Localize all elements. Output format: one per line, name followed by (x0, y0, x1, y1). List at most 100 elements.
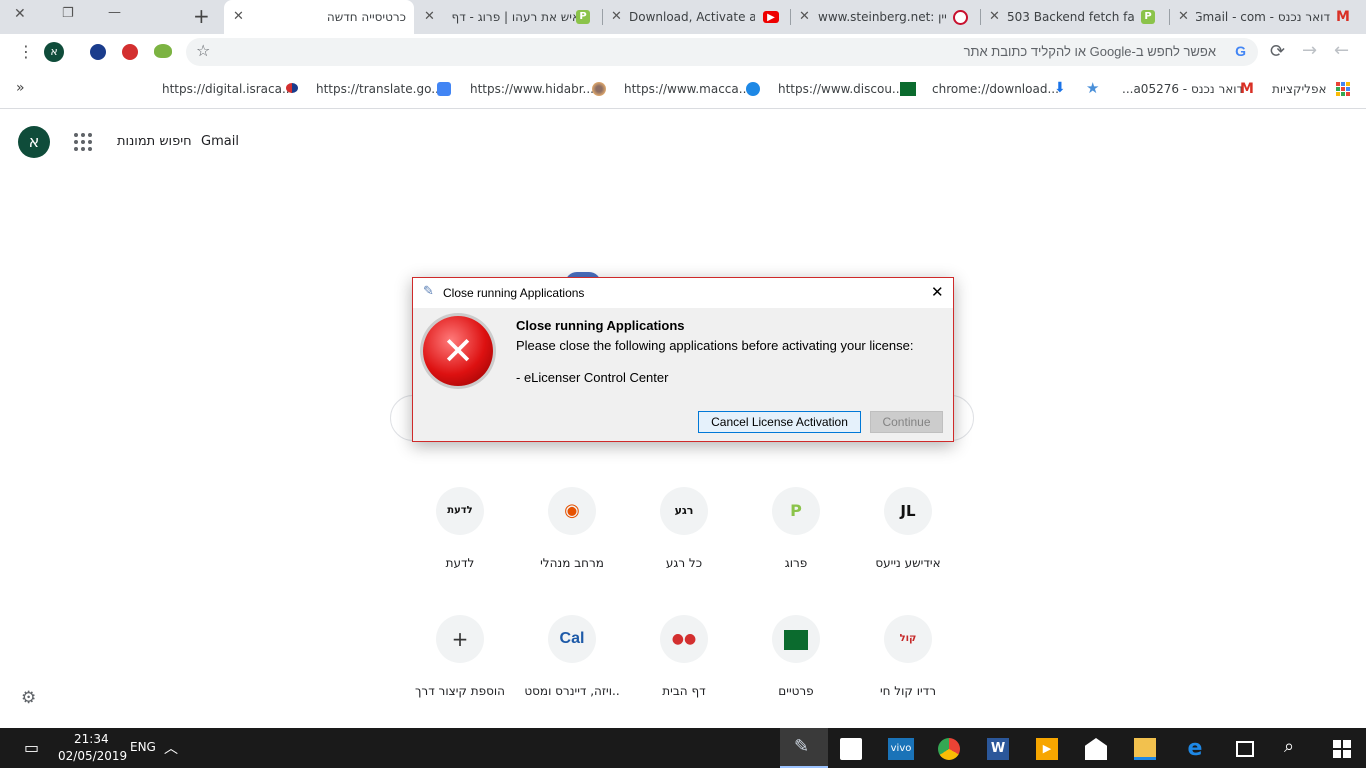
shortcut-label[interactable]: לדעת (400, 556, 520, 570)
shortcut-discount-icon[interactable] (772, 615, 820, 663)
shortcut-home-icon[interactable]: ●● (660, 615, 708, 663)
clapper-app-icon[interactable] (840, 738, 862, 760)
images-link[interactable]: חיפוש תמונות (117, 134, 192, 149)
extension-icon[interactable] (122, 44, 138, 60)
clock-time[interactable]: 21:34 (74, 732, 109, 746)
chrome-app-icon[interactable] (938, 738, 960, 760)
notifications-icon[interactable]: ▭ (24, 738, 39, 757)
search-icon[interactable]: ⌕ (1284, 736, 1294, 757)
bookmark-chrome-downloads[interactable]: chrome://download... (932, 82, 1059, 96)
chrome-menu-button[interactable]: ⋮ (18, 42, 34, 61)
vivo-app-icon[interactable]: vivo (888, 738, 914, 760)
extension-icon[interactable] (154, 44, 172, 58)
task-view-icon[interactable] (1236, 741, 1254, 757)
edge-browser-icon[interactable]: e (1184, 738, 1206, 760)
tray-chevron-icon[interactable]: ︿ (164, 738, 178, 758)
tab-prog-neighbor[interactable]: ✕ איש את רעהו | פרוג - דף P (414, 0, 602, 34)
window-restore-button[interactable]: ❐ (62, 6, 74, 21)
start-button-icon[interactable] (1333, 740, 1351, 758)
gmail-icon: M (1240, 81, 1254, 97)
reload-button[interactable]: ⟳ (1270, 41, 1285, 62)
bookmark-maccabi[interactable]: https://www.macca... (624, 82, 750, 96)
shortcut-label[interactable]: ויזה, דיינרס ומסט.. (512, 684, 632, 698)
bookmark-hidabroot[interactable]: https://www.hidabr... (470, 82, 594, 96)
shortcut-yiddish-news-icon[interactable]: JL (884, 487, 932, 535)
forward-button[interactable]: → (1302, 40, 1317, 61)
tab-close-icon[interactable]: ✕ (611, 9, 622, 24)
word-app-icon[interactable]: W (987, 738, 1009, 760)
shortcut-label[interactable]: כל רגע (624, 556, 744, 570)
running-app-item: - eLicenser Control Center (516, 370, 669, 385)
tab-close-icon[interactable]: ✕ (1178, 9, 1189, 24)
shortcut-label[interactable]: מרחב מנהלי (512, 556, 632, 570)
omnibox-placeholder: אפשר לחפש ב-Google או להקליד כתובת אתר (963, 44, 1216, 59)
dialog-close-button[interactable]: ✕ (931, 283, 944, 301)
shortcut-radio-icon[interactable]: קול (884, 615, 932, 663)
bookmarks-overflow-button[interactable]: » (16, 80, 25, 96)
hidabroot-icon (592, 82, 606, 96)
bookmark-gmail-inbox[interactable]: דואר נכנס - a05276... (1122, 82, 1243, 96)
tab-close-icon[interactable]: ✕ (233, 9, 244, 24)
shortcut-label[interactable]: פרטיים (736, 684, 856, 698)
add-shortcut-icon[interactable]: + (436, 615, 484, 663)
dialog-titlebar[interactable]: ✎ Close running Applications ✕ (413, 278, 953, 308)
shortcut-ladaat-icon[interactable]: לדעת (436, 487, 484, 535)
maccabi-icon (746, 82, 760, 96)
shortcut-merhav-icon[interactable]: ◉ (548, 487, 596, 535)
tab-close-icon[interactable]: ✕ (989, 9, 1000, 24)
tab-close-icon[interactable]: ✕ (424, 9, 435, 24)
shortcut-label[interactable]: דף הבית (624, 684, 744, 698)
gmail-link[interactable]: Gmail (201, 134, 239, 149)
google-apps-icon[interactable] (74, 133, 92, 151)
bookmark-star-icon[interactable]: ☆ (196, 41, 210, 60)
tab-title: Download, Activate and (629, 10, 755, 24)
tab-download-activate[interactable]: ✕ Download, Activate and ▶ (603, 0, 790, 34)
bookmark-discount[interactable]: https://www.discou... (778, 82, 903, 96)
google-translate-icon (437, 82, 451, 96)
dialog-title: Close running Applications (443, 286, 585, 300)
language-indicator[interactable]: ENG (130, 740, 156, 754)
tab-steinberg[interactable]: ✕ www.steinberg.net: קפיין (791, 0, 980, 34)
error-icon: ✕ (423, 316, 493, 386)
window-minimize-button[interactable]: — (108, 5, 121, 20)
tab-new-tab[interactable]: ✕ כרטיסייה חדשה (224, 0, 414, 34)
tab-strip: ✕ ❐ — + ✕ כרטיסייה חדשה ✕ איש את רעהו | … (0, 0, 1366, 34)
shortcut-label[interactable]: הוספת קיצור דרך (400, 684, 520, 698)
close-running-apps-dialog: ✎ Close running Applications ✕ ✕ Close r… (412, 277, 954, 442)
extension-icon[interactable] (90, 44, 106, 60)
bookmark-digital-isracard[interactable]: https://digital.israca... (162, 82, 293, 96)
account-avatar[interactable]: א (18, 126, 50, 158)
google-icon: G (1235, 43, 1246, 59)
window-close-button[interactable]: ✕ (14, 6, 26, 22)
media-player-icon[interactable]: ▶ (1036, 738, 1058, 760)
prog-icon: P (576, 10, 590, 24)
apps-grid-icon (1336, 82, 1350, 96)
shortcut-label[interactable]: אידישע נייעס (848, 556, 968, 570)
tab-503-error[interactable]: ✕ 503 Backend fetch failed P (981, 0, 1169, 34)
clock-date[interactable]: 02/05/2019 (58, 749, 127, 763)
dialog-message: Please close the following applications … (516, 338, 914, 353)
profile-avatar[interactable]: א (44, 42, 64, 62)
customize-gear-icon[interactable]: ⚙ (21, 688, 36, 708)
pencil-app-icon: ✎ (794, 736, 810, 757)
shortcut-cal-icon[interactable]: Cal (548, 615, 596, 663)
dialog-heading: Close running Applications (516, 318, 685, 333)
bookmark-apps[interactable]: אפליקציות (1272, 82, 1327, 96)
cancel-license-activation-button[interactable]: Cancel License Activation (698, 411, 861, 433)
shortcut-kol-rega-icon[interactable]: רגע (660, 487, 708, 535)
back-button[interactable]: ← (1334, 40, 1349, 61)
continue-button[interactable]: Continue (870, 411, 943, 433)
omnibox[interactable]: ☆ אפשר לחפש ב-Google או להקליד כתובת אתר… (186, 38, 1258, 66)
bookmark-translate[interactable]: https://translate.go... (316, 82, 443, 96)
windows-taskbar (0, 728, 1366, 768)
taskbar-elicenser-app[interactable]: ✎ (780, 728, 828, 768)
shortcut-label[interactable]: פרוג (736, 556, 856, 570)
new-tab-button[interactable]: + (193, 4, 210, 28)
shortcut-prog-icon[interactable]: P (772, 487, 820, 535)
tab-title: www.steinberg.net: קפיין (818, 10, 946, 24)
shortcut-label[interactable]: רדיו קול חי (848, 684, 968, 698)
tab-close-icon[interactable]: ✕ (799, 9, 810, 24)
file-explorer-icon[interactable] (1134, 738, 1156, 760)
tab-title: כרטיסייה חדשה (326, 10, 406, 24)
tab-gmail[interactable]: ✕ דואר נכנס - Gmail - com M (1170, 0, 1360, 34)
